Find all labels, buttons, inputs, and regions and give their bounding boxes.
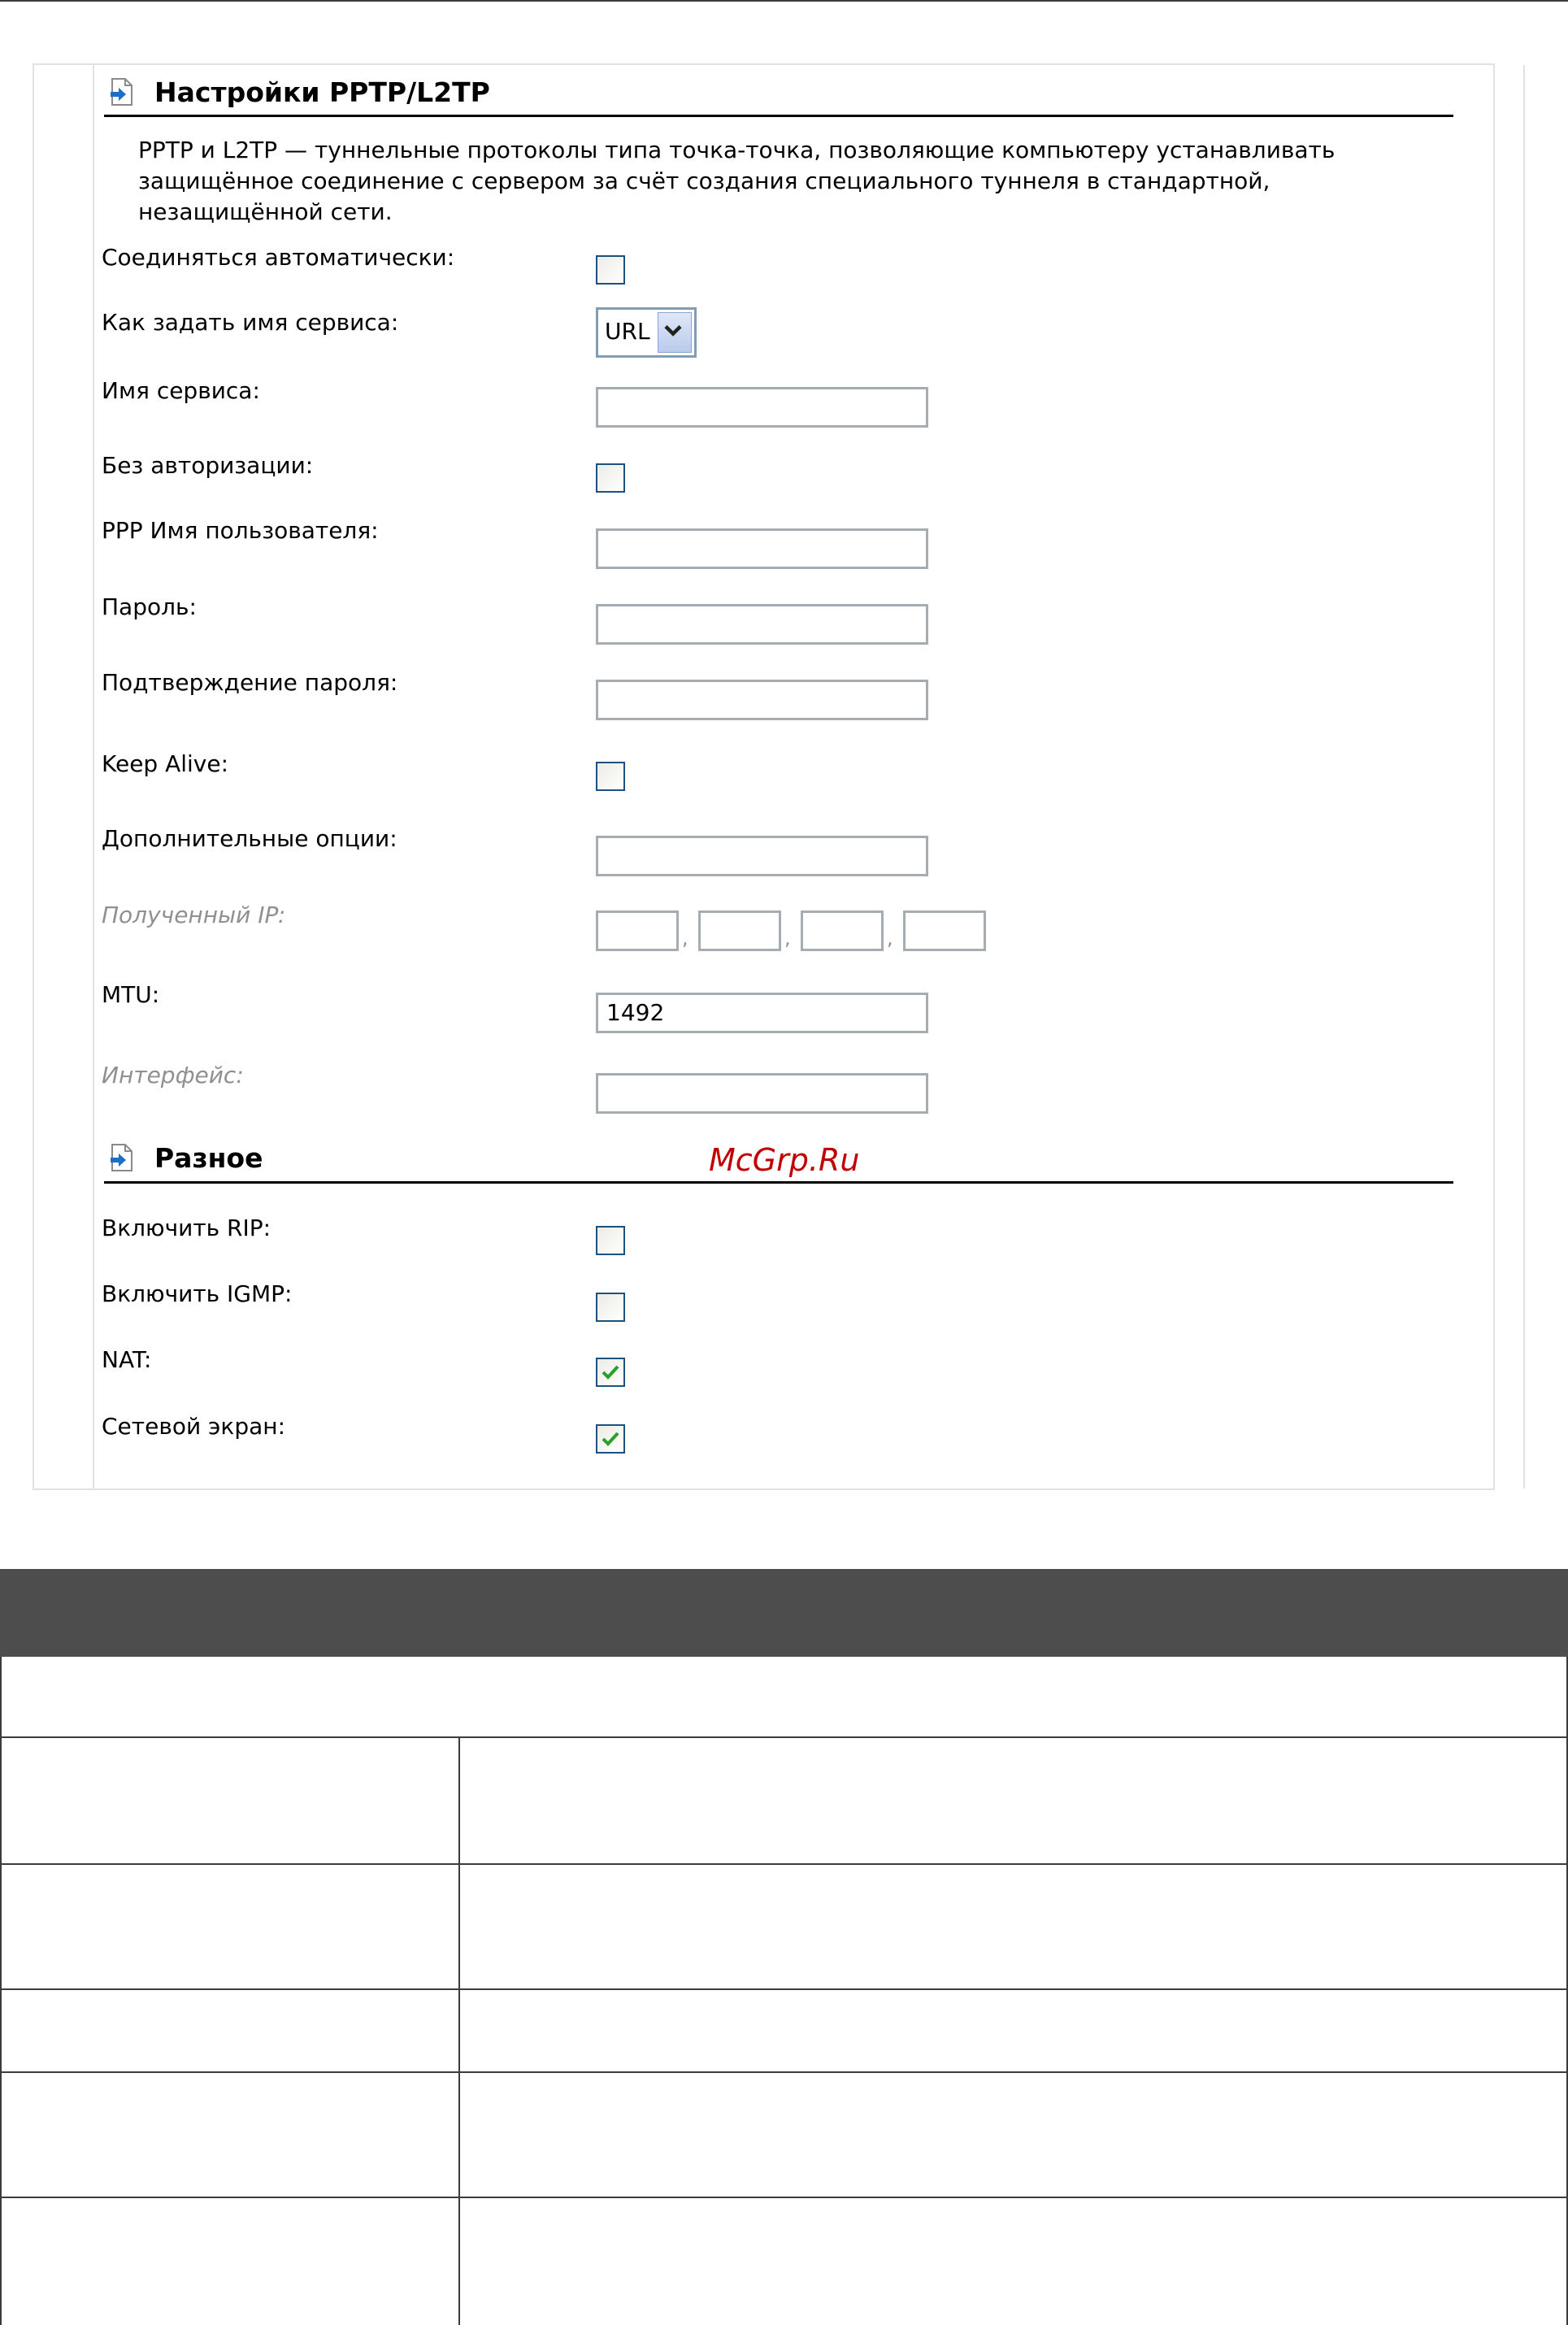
misc-section-divider	[104, 1181, 1453, 1184]
no-auth-label: Без авторизации:	[102, 452, 314, 479]
chevron-down-icon	[664, 325, 682, 337]
table-row	[0, 2073, 1568, 2198]
table-row	[0, 1738, 1568, 1865]
ip-dot: ,	[682, 927, 688, 950]
extra-options-label: Дополнительные опции:	[102, 825, 397, 852]
service-name-mode-label: Как задать имя сервиса:	[102, 309, 399, 336]
received-ip-label: Полученный IP:	[102, 902, 286, 928]
misc-section-title: Разное	[154, 1141, 263, 1174]
enable-igmp-checkbox[interactable]	[596, 1293, 625, 1322]
password-confirm-label: Подтверждение пароля:	[102, 669, 398, 696]
table-cell	[0, 2073, 460, 2197]
received-ip-octet-3	[801, 910, 884, 951]
enable-igmp-label: Включить IGMP:	[102, 1280, 293, 1307]
nat-label: NAT:	[102, 1346, 152, 1373]
pptp-section-title: Настройки PPTP/L2TP	[154, 76, 490, 108]
table-header	[0, 1569, 1568, 1657]
page-arrow-icon	[111, 1144, 132, 1171]
table-cell	[0, 1865, 460, 1988]
auto-connect-label: Соединяться автоматически:	[102, 244, 455, 271]
received-ip-octet-2	[698, 910, 781, 951]
check-icon	[602, 1432, 619, 1446]
table-row	[0, 1990, 1568, 2073]
service-name-mode-value: URL	[605, 318, 650, 345]
dropdown-button[interactable]	[658, 312, 692, 353]
settings-panel	[33, 63, 1525, 1490]
check-icon	[602, 1365, 619, 1380]
table-row	[0, 1657, 1568, 1738]
keep-alive-label: Keep Alive:	[102, 750, 229, 777]
page-arrow-icon	[111, 78, 132, 106]
ip-dot: ,	[784, 927, 791, 950]
table-cell	[0, 2198, 460, 2325]
enable-rip-checkbox[interactable]	[596, 1226, 625, 1255]
pptp-description: PPTP и L2TP — туннельные протоколы типа …	[138, 137, 1336, 225]
firewall-label: Сетевой экран:	[102, 1413, 285, 1440]
pptp-section-header: Настройки PPTP/L2TP	[109, 72, 490, 111]
table-row	[0, 1865, 1568, 1990]
misc-section-header: Разное	[109, 1138, 263, 1177]
table-cell	[0, 1990, 460, 2071]
panel-inner	[93, 65, 1525, 1488]
ppp-username-input[interactable]	[596, 528, 928, 569]
extra-options-input[interactable]	[596, 836, 928, 876]
password-input[interactable]	[596, 604, 928, 645]
received-ip-octet-1	[596, 910, 679, 951]
no-auth-checkbox[interactable]	[596, 463, 625, 493]
interface-label: Интерфейс:	[102, 1062, 244, 1089]
service-name-mode-select[interactable]: URL	[596, 307, 697, 358]
mtu-input[interactable]: 1492	[596, 993, 928, 1033]
ip-dot: ,	[887, 927, 893, 950]
received-ip-octet-4	[903, 910, 986, 951]
service-name-label: Имя сервиса:	[102, 377, 260, 404]
watermark: McGrp.Ru	[709, 1142, 860, 1178]
keep-alive-checkbox[interactable]	[596, 762, 625, 791]
password-label: Пароль:	[102, 593, 197, 620]
firewall-checkbox[interactable]	[596, 1424, 625, 1454]
nat-checkbox[interactable]	[596, 1358, 625, 1387]
pptp-section-divider	[104, 115, 1453, 117]
ppp-username-label: PPP Имя пользователя:	[102, 517, 379, 544]
interface-input	[596, 1073, 928, 1114]
service-name-input[interactable]	[596, 387, 928, 428]
top-rule	[0, 0, 1568, 2]
table-row	[0, 2198, 1568, 2325]
table-cell	[0, 1738, 460, 1863]
password-confirm-input[interactable]	[596, 680, 928, 720]
auto-connect-checkbox[interactable]	[596, 255, 625, 285]
mtu-label: MTU:	[102, 981, 160, 1008]
enable-rip-label: Включить RIP:	[102, 1215, 271, 1241]
